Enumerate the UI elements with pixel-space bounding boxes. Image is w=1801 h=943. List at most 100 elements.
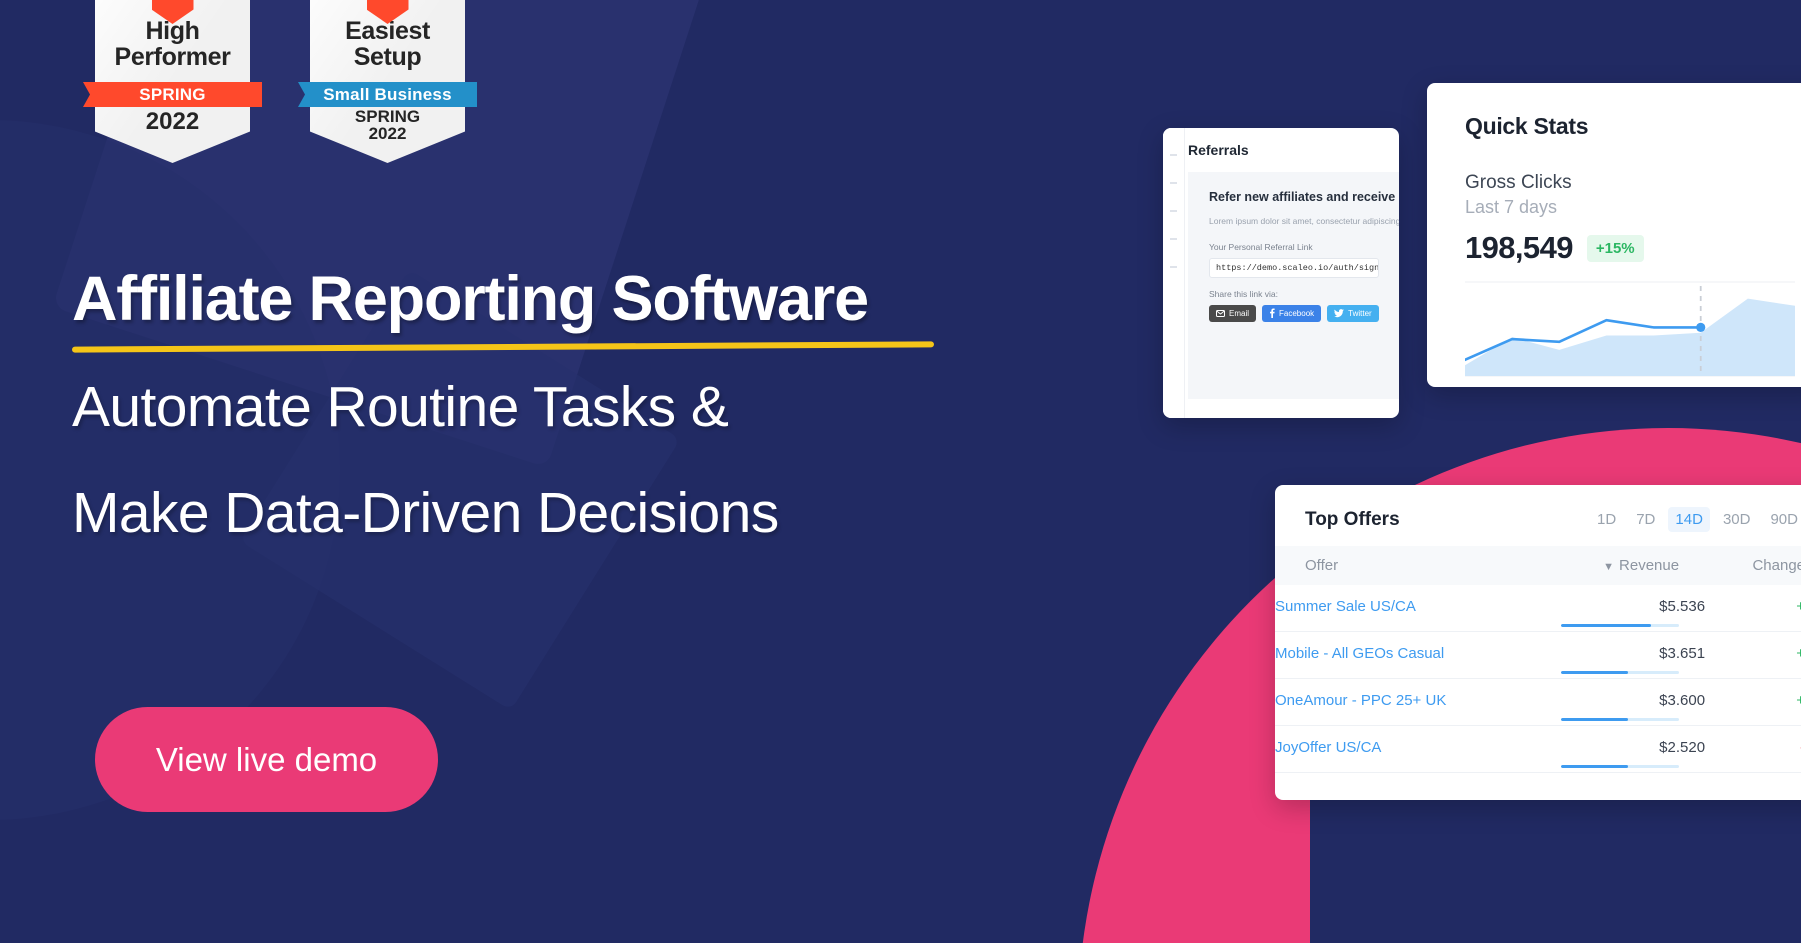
range-7d[interactable]: 7D <box>1629 507 1662 532</box>
envelope-icon <box>1216 309 1225 317</box>
view-live-demo-button[interactable]: View live demo <box>95 707 438 812</box>
chart-marker-dot <box>1696 322 1706 332</box>
column-header-offer[interactable]: Offer <box>1275 546 1545 585</box>
chart-area-path <box>1465 298 1795 376</box>
badge-easiest-setup: G2 EasiestSetup Small Business SPRING202… <box>298 0 477 163</box>
table-row[interactable]: Summer Sale US/CA $5.536 +24% <box>1275 585 1801 632</box>
table-row[interactable]: Mobile - All GEOs Casual $3.651 +32% <box>1275 632 1801 679</box>
range-1d[interactable]: 1D <box>1590 507 1623 532</box>
gross-clicks-chart: 5K 0 <box>1463 280 1795 378</box>
offer-revenue-value: $5.536 <box>1659 598 1706 615</box>
chart-svg <box>1463 281 1795 377</box>
quick-stats-delta-badge: +15% <box>1586 234 1644 262</box>
offer-change-value: +32% <box>1796 645 1801 662</box>
table-row[interactable]: OneAmour - PPC 25+ UK $3.600 +45% <box>1275 679 1801 726</box>
share-facebook-button[interactable]: Facebook <box>1262 304 1322 322</box>
column-header-revenue-label: Revenue <box>1619 557 1680 574</box>
referrals-panel: Refer new affiliates and receive 5% from… <box>1188 172 1399 399</box>
offer-revenue-bar <box>1561 718 1680 721</box>
column-header-change[interactable]: Change <box>1705 546 1801 585</box>
offer-name-link[interactable]: OneAmour - PPC 25+ UK <box>1275 679 1545 726</box>
share-buttons: Email Facebook Twitter <box>1209 304 1399 322</box>
badge-year: SPRING 2022 <box>354 107 421 144</box>
referrals-body: Lorem ipsum dolor sit amet, consectetur … <box>1209 215 1399 226</box>
badge-title: High Performer <box>114 17 231 72</box>
offer-name-link[interactable]: Mobile - All GEOs Casual <box>1275 632 1545 679</box>
offer-change-value: +45% <box>1796 692 1801 709</box>
quick-stats-title: Quick Stats <box>1465 113 1589 139</box>
top-offers-card: Top Offers 1D 7D 14D 30D 90D Offer ▼ Revenue … <box>1275 485 1801 800</box>
badge-ribbon: SPRING <box>83 82 262 107</box>
sidebar-tick <box>1170 266 1177 268</box>
offer-revenue-cell: $3.600 <box>1545 679 1705 726</box>
share-facebook-label: Facebook <box>1279 308 1315 318</box>
range-30d[interactable]: 30D <box>1716 507 1758 532</box>
hero-subline-2: Make Data-Driven Decisions <box>72 481 779 546</box>
offer-revenue-bar-fill <box>1561 624 1651 627</box>
offer-revenue-cell: $3.651 <box>1545 632 1705 679</box>
quick-stats-value-row: 198,549 +15% <box>1465 230 1801 266</box>
facebook-icon <box>1269 308 1275 319</box>
date-range-selector: 1D 7D 14D 30D 90D <box>1590 507 1801 532</box>
offer-change-value: -32% <box>1705 726 1801 773</box>
referrals-title: Referrals <box>1188 142 1249 158</box>
table-row[interactable]: JoyOffer US/CA $2.520-32% <box>1275 726 1801 773</box>
headline-underline <box>71 341 935 353</box>
referrals-content: Referrals Refer new affiliates and recei… <box>1185 128 1399 418</box>
share-twitter-button[interactable]: Twitter <box>1327 304 1379 322</box>
share-email-button[interactable]: Email <box>1209 304 1257 322</box>
award-badges: G2 HighPerformer SPRING 2022 G2 EasiestS… <box>83 0 477 163</box>
hero-subline-1: Automate Routine Tasks & <box>72 375 729 439</box>
table-body: Summer Sale US/CA $5.536 +24% Mobile - All … <box>1275 585 1801 773</box>
sidebar-tick <box>1170 238 1177 240</box>
page-title: Affiliate Reporting Software <box>72 264 869 334</box>
sort-desc-caret-icon: ▼ <box>1603 561 1615 573</box>
offer-revenue-bar <box>1561 624 1680 627</box>
offer-revenue-value: $3.651 <box>1659 645 1706 662</box>
offer-revenue-bar-fill <box>1561 765 1629 768</box>
referrals-heading: Refer new affiliates and receive 5% from… <box>1209 190 1399 204</box>
offer-name-link[interactable]: JoyOffer US/CA <box>1275 726 1545 773</box>
referrals-card: Referrals Refer new affiliates and recei… <box>1163 128 1399 418</box>
offer-revenue-bar-fill <box>1561 671 1629 674</box>
quick-stats-card: Quick Stats Gross Clicks Last 7 days 198… <box>1427 83 1801 387</box>
share-twitter-label: Twitter <box>1348 308 1372 318</box>
hero-copy: Affiliate Reporting Software Automate Ro… <box>71 264 972 562</box>
badge-ribbon-label: Small Business <box>323 84 452 104</box>
sidebar-tick <box>1170 182 1177 184</box>
offer-revenue-bar <box>1561 671 1680 674</box>
sidebar-tick <box>1170 154 1177 156</box>
badge-year: 2022 <box>145 108 200 135</box>
offer-change-value: +24% <box>1796 598 1801 615</box>
quick-stats-value: 198,549 <box>1465 230 1573 265</box>
table-header: Offer ▼ Revenue Change <box>1275 546 1801 585</box>
share-label: Share this link via: <box>1209 288 1278 299</box>
hero-left-column: G2 HighPerformer SPRING 2022 G2 EasiestS… <box>0 0 1020 943</box>
range-90d[interactable]: 90D <box>1763 507 1801 532</box>
offer-revenue-value: $2.520 <box>1659 739 1706 756</box>
top-offers-title: Top Offers <box>1305 508 1400 530</box>
offer-revenue-cell: $5.536 <box>1545 585 1705 632</box>
referral-link-label: Your Personal Referral Link <box>1209 241 1313 252</box>
quick-stats-metric-label: Gross Clicks <box>1465 172 1572 193</box>
badge-high-performer: G2 HighPerformer SPRING 2022 <box>83 0 262 163</box>
range-14d[interactable]: 14D <box>1668 507 1710 532</box>
share-email-label: Email <box>1229 308 1250 318</box>
twitter-icon <box>1334 308 1345 318</box>
offer-revenue-bar-fill <box>1561 718 1629 721</box>
quick-stats-content: Quick Stats Gross Clicks Last 7 days 198… <box>1427 83 1801 378</box>
quick-stats-period-label: Last 7 days <box>1465 197 1558 217</box>
referrals-sidebar <box>1163 128 1185 418</box>
top-offers-table: Offer ▼ Revenue Change Summer Sale US/CA $… <box>1275 546 1801 773</box>
offer-name-link[interactable]: Summer Sale US/CA <box>1275 585 1545 632</box>
offer-revenue-cell: $2.520 <box>1545 726 1705 773</box>
badge-ribbon: Small Business <box>298 82 477 107</box>
offer-revenue-value: $3.600 <box>1659 692 1706 709</box>
offer-revenue-bar <box>1561 765 1680 768</box>
column-header-revenue[interactable]: ▼ Revenue <box>1544 546 1706 585</box>
table-header-row: Offer ▼ Revenue Change <box>1275 546 1801 585</box>
sidebar-tick <box>1170 210 1177 212</box>
badge-ribbon-label: SPRING <box>139 84 206 104</box>
top-offers-header: Top Offers 1D 7D 14D 30D 90D <box>1275 485 1801 532</box>
referral-link-input[interactable]: https://demo.scaleo.io/auth/signup?ref= <box>1209 257 1379 278</box>
